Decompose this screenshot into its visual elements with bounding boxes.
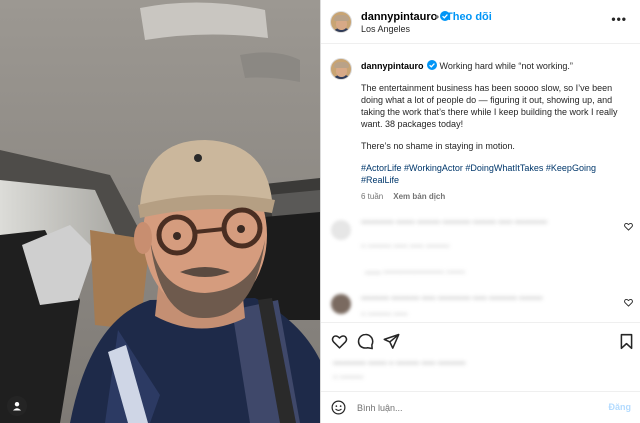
comment-icon[interactable] xyxy=(357,333,374,350)
caption-username[interactable]: dannypintauro xyxy=(361,61,424,71)
comment-like-icon[interactable] xyxy=(624,222,633,231)
comments-scroll-area[interactable]: dannypintauro Working hard while “not wor… xyxy=(321,44,640,320)
caption-hashtags[interactable]: #ActorLife #WorkingActor #DoingWhatItTak… xyxy=(361,162,633,186)
caption-meta: 6 tuần Xem bản dịch xyxy=(361,192,445,201)
commenter-avatar[interactable] xyxy=(331,294,351,314)
username-text: dannypintauro xyxy=(361,11,438,23)
view-replies-link[interactable]: —— ~~~~~~~~~~~~~ ~~~~ xyxy=(365,268,465,277)
separator-dot: • xyxy=(435,10,440,24)
commenter-avatar[interactable] xyxy=(331,220,351,240)
caption-avatar[interactable] xyxy=(330,58,352,80)
post-date: ~ ~~~~~ xyxy=(333,373,364,382)
add-comment-bar: Đăng xyxy=(321,391,640,423)
action-bar: ~~~~~~~ ~~~~ ~ ~~~~~ ~~~ ~~~~~~ ~ ~~~~~ xyxy=(321,322,640,402)
liked-by-text[interactable]: ~~~~~~~ ~~~~ ~ ~~~~~ ~~~ ~~~~~~ xyxy=(333,359,466,368)
follow-button[interactable]: Theo dõi xyxy=(446,11,492,23)
location-link[interactable]: Los Angeles xyxy=(361,24,410,34)
post-header: dannypintauro • Theo dõi Los Angeles ••• xyxy=(321,0,640,44)
heart-icon[interactable] xyxy=(331,333,348,350)
bookmark-icon[interactable] xyxy=(618,333,635,350)
emoji-icon[interactable] xyxy=(331,400,346,415)
avatar[interactable] xyxy=(330,11,352,33)
post-comment-button[interactable]: Đăng xyxy=(609,402,632,412)
user-tag-button[interactable] xyxy=(7,396,27,416)
caption-paragraph-1: The entertainment business has been sooo… xyxy=(361,83,618,129)
comment-meta: ~ ~~~~~ ~~~ ~~~ ~~~~~ xyxy=(361,242,450,251)
post-detail-panel: dannypintauro • Theo dõi Los Angeles •••… xyxy=(320,0,640,423)
selfie-image xyxy=(0,0,320,423)
comment-text: ~~~~~~~ ~~~~ ~~~~~ ~~~~~~ ~~~~~ ~~~ ~~~~… xyxy=(361,218,548,227)
caption-paragraph-2: There’s no shame in staying in motion. xyxy=(361,141,515,151)
comment-text: ~~~~~~ ~~~~~~ ~~~ ~~~~~~~ ~~~ ~~~~~~ ~~~… xyxy=(361,294,543,303)
post-time[interactable]: 6 tuần xyxy=(361,192,383,201)
post-photo[interactable] xyxy=(0,0,320,423)
share-icon[interactable] xyxy=(383,333,400,350)
caption-headline: Working hard while “not working.” xyxy=(439,61,573,71)
translate-link[interactable]: Xem bản dịch xyxy=(393,192,445,201)
comment-like-icon[interactable] xyxy=(624,298,633,307)
verified-badge-icon xyxy=(426,60,437,70)
user-tag-icon xyxy=(13,402,21,411)
more-options-icon[interactable]: ••• xyxy=(611,12,627,26)
comment-input[interactable] xyxy=(357,398,587,418)
caption-text: dannypintauro Working hard while “not wor… xyxy=(361,60,633,196)
comment-meta: ~ ~~~~~ ~~~ xyxy=(361,310,408,319)
